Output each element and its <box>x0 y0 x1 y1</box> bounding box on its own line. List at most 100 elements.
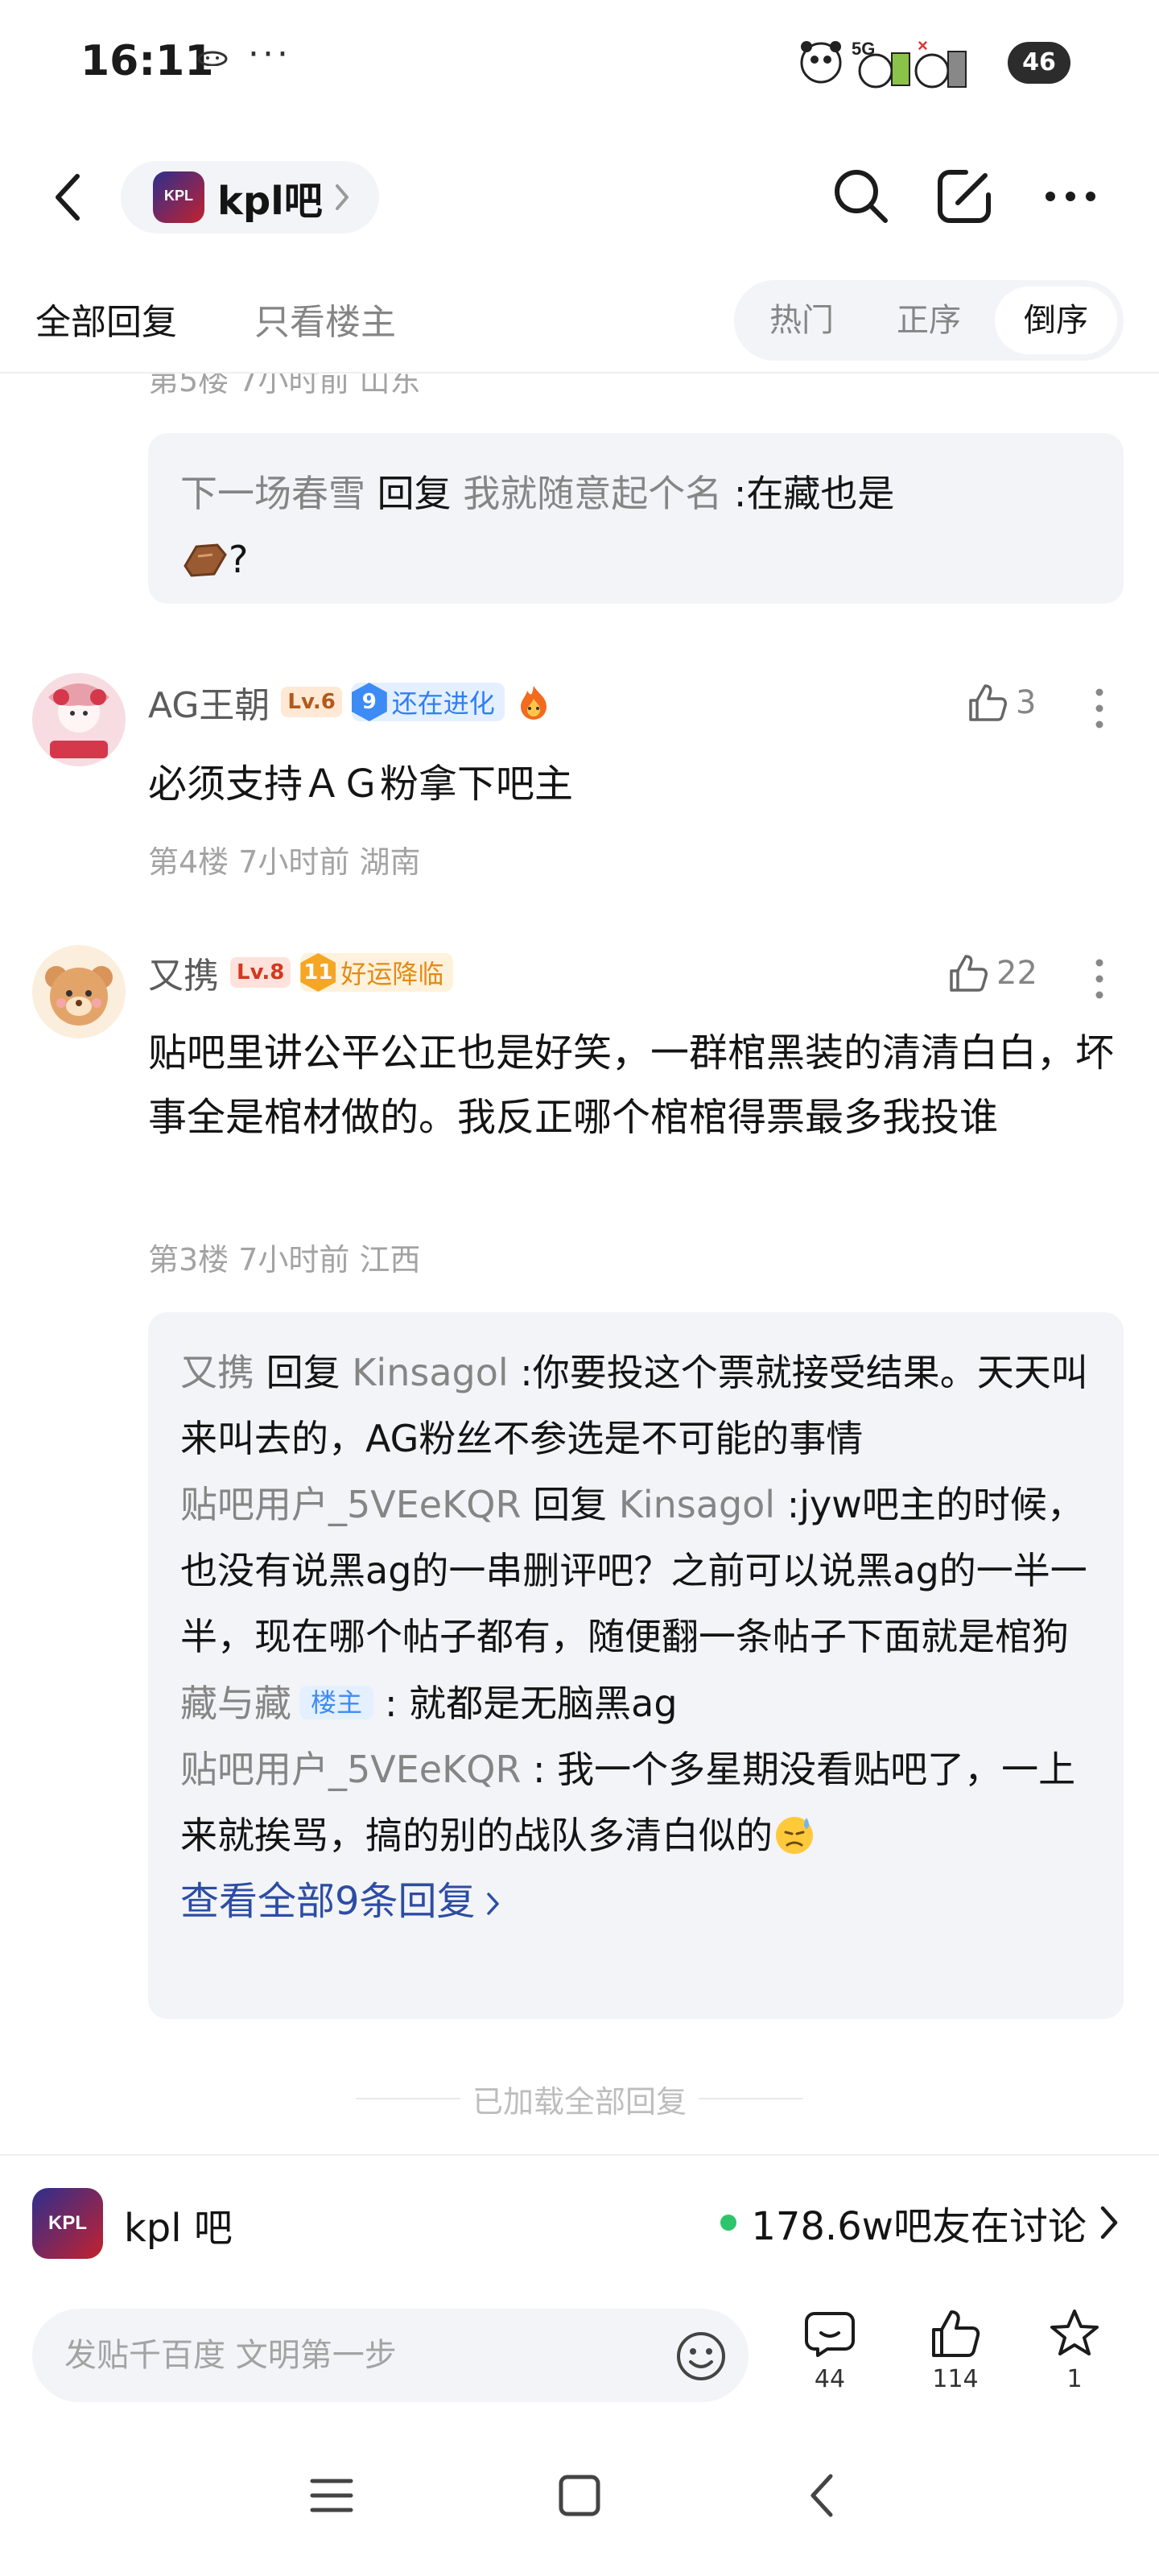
sort-asc-button[interactable]: 正序 <box>868 287 990 354</box>
sub-reply-box[interactable]: 下一场春雪 回复 我就随意起个名 :在藏也是 ? <box>148 433 1124 604</box>
see-all-replies-link[interactable]: 查看全部9条回复 <box>180 1868 1091 1934</box>
user-info-row: 又携 Lv.8 11 好运降临 <box>148 948 463 997</box>
online-dot-icon <box>720 2215 737 2231</box>
title-badge-label: 还在进化 <box>391 688 495 719</box>
forum-name: kpl 吧 <box>124 2206 233 2251</box>
reply-word: 回复 <box>266 1351 340 1394</box>
post-content[interactable]: 贴吧里讲公平公正也是好笑，一群棺黑装的清清白白，坏事全是棺材做的。我反正哪个棺棺… <box>148 1021 1124 1150</box>
like-post-button[interactable]: 114 <box>911 2307 1000 2393</box>
coffin-emoji-icon <box>184 543 227 577</box>
reply-author[interactable]: 又携 <box>180 1351 254 1394</box>
floor-meta: 第3楼 7小时前 江西 <box>148 1242 421 1278</box>
floor-meta: 第5楼 7小时前 山东 <box>148 374 421 398</box>
menu-icon <box>310 2479 353 2512</box>
like-count: 22 <box>996 955 1037 992</box>
sub-reply: 下一场春雪 回复 我就随意起个名 :在藏也是 ? <box>180 460 1091 592</box>
reply-target[interactable]: Kinsagol <box>352 1351 508 1394</box>
reply-author[interactable]: 藏与藏 <box>180 1682 291 1725</box>
title-badge-number: 9 <box>351 683 387 721</box>
more-vertical-icon[interactable] <box>1083 955 1116 1003</box>
reply-input-container <box>32 2309 749 2402</box>
more-options-button[interactable] <box>1033 159 1107 233</box>
more-notifications-icon: ··· <box>248 34 291 75</box>
system-navigation-bar <box>0 2418 1159 2576</box>
reply-word: 回复 <box>377 472 452 515</box>
online-text: 178.6w吧友在讨论 <box>751 2204 1087 2249</box>
back-button[interactable] <box>39 161 97 233</box>
sweat-emoji-icon <box>776 1817 813 1854</box>
reply-input[interactable] <box>64 2333 660 2378</box>
reply-target[interactable]: 我就随意起个名 <box>463 472 722 515</box>
floor-meta: 第4楼 7小时前 湖南 <box>148 844 421 880</box>
avatar[interactable] <box>32 673 126 766</box>
emoji-icon[interactable] <box>674 2330 728 2383</box>
search-button[interactable] <box>824 159 898 233</box>
bottom-action-bar: 44 114 1 <box>0 2283 1159 2418</box>
favorite-count: 1 <box>1066 2365 1083 2393</box>
like-count: 114 <box>932 2365 979 2393</box>
avatar[interactable] <box>32 945 126 1038</box>
more-vertical-icon[interactable] <box>1083 684 1116 733</box>
reply-author[interactable]: 贴吧用户_5VEeKQR <box>180 1483 521 1526</box>
sub-reply[interactable]: 贴吧用户_5VEeKQR : 我一个多星期没看贴吧了，一上来就挨骂，搞的别的战队… <box>180 1736 1091 1868</box>
like-button[interactable]: 3 <box>966 681 1036 724</box>
search-icon <box>835 170 888 223</box>
sort-hot-button[interactable]: 热门 <box>740 287 863 354</box>
see-all-label: 查看全部9条回复 <box>180 1879 476 1924</box>
reply-list: 第5楼 7小时前 山东 下一场春雪 回复 我就随意起个名 :在藏也是 ? AG王… <box>0 374 1159 2154</box>
reply-author[interactable]: 下一场春雪 <box>180 472 365 515</box>
comment-icon <box>805 2312 855 2357</box>
loaded-all-label: 已加载全部回复 <box>472 2084 687 2120</box>
username[interactable]: 又携 <box>148 947 219 998</box>
like-button[interactable]: 22 <box>947 952 1037 995</box>
forum-entry-bar[interactable]: KPL kpl 吧 178.6w吧友在讨论 <box>0 2154 1159 2283</box>
level-badge: Lv.8 <box>230 957 291 988</box>
favorite-button[interactable]: 1 <box>1030 2307 1119 2393</box>
thumbs-up-icon <box>969 684 1007 721</box>
more-horizontal-icon <box>1046 192 1095 201</box>
status-bar: 16:11 ··· 5G × 46 <box>0 0 1159 129</box>
forum-logo: KPL <box>153 171 204 223</box>
recents-button[interactable] <box>299 2463 364 2528</box>
sub-reply[interactable]: 又携 回复 Kinsagol :你要投这个票就接受结果。天天叫来叫去的，AG粉丝… <box>180 1340 1091 1472</box>
chevron-left-icon <box>810 2474 833 2517</box>
sort-desc-button[interactable]: 倒序 <box>995 287 1117 354</box>
post-content[interactable]: 必须支持ＡＧ粉拿下吧主 <box>148 752 1124 816</box>
home-square-icon <box>559 2475 600 2516</box>
title-badge-number: 11 <box>300 953 336 992</box>
reply-text: :在藏也是 <box>733 472 895 515</box>
status-time: 16:11 <box>80 37 214 85</box>
title-badge-label: 好运降临 <box>340 959 444 989</box>
username[interactable]: AG王朝 <box>148 676 270 728</box>
comment-button[interactable]: 44 <box>786 2307 874 2393</box>
reply-filter-row: 全部回复 只看楼主 热门 正序 倒序 <box>0 274 1159 370</box>
divider <box>356 2098 460 2099</box>
sub-reply-box: 又携 回复 Kinsagol :你要投这个票就接受结果。天天叫来叫去的，AG粉丝… <box>148 1312 1124 2019</box>
edit-post-button[interactable] <box>927 159 1001 233</box>
divider <box>699 2098 803 2099</box>
chevron-right-icon <box>1100 2206 1118 2240</box>
svg-text:×: × <box>918 35 928 56</box>
star-icon <box>1050 2310 1099 2355</box>
top-nav-bar: KPL kpl吧 <box>0 137 1159 258</box>
system-back-button[interactable] <box>789 2463 853 2528</box>
user-info-row: AG王朝 Lv.6 9 还在进化 <box>148 678 553 726</box>
sub-reply[interactable]: 藏与藏 楼主: 就都是无脑黑ag <box>180 1670 1091 1736</box>
forum-chip[interactable]: KPL kpl吧 <box>121 161 379 233</box>
tab-host-only[interactable]: 只看楼主 <box>254 293 396 345</box>
comment-count: 44 <box>814 2365 846 2393</box>
chevron-right-icon <box>335 184 349 210</box>
reply-author[interactable]: 贴吧用户_5VEeKQR <box>180 1748 521 1791</box>
home-button[interactable] <box>547 2463 612 2528</box>
thumbs-up-icon <box>950 955 988 992</box>
forum-logo: KPL <box>32 2188 103 2259</box>
reply-word: 回复 <box>533 1483 608 1526</box>
notification-icon <box>197 51 228 66</box>
chevron-right-icon <box>486 1893 499 1915</box>
tab-all-replies[interactable]: 全部回复 <box>35 293 177 345</box>
reply-target[interactable]: Kinsagol <box>619 1483 775 1526</box>
sub-reply[interactable]: 贴吧用户_5VEeKQR 回复 Kinsagol :jyw吧主的时候，也没有说黑… <box>180 1472 1091 1670</box>
chevron-left-icon <box>56 174 80 221</box>
host-tag: 楼主 <box>299 1686 374 1719</box>
thumbs-up-icon <box>932 2310 980 2357</box>
